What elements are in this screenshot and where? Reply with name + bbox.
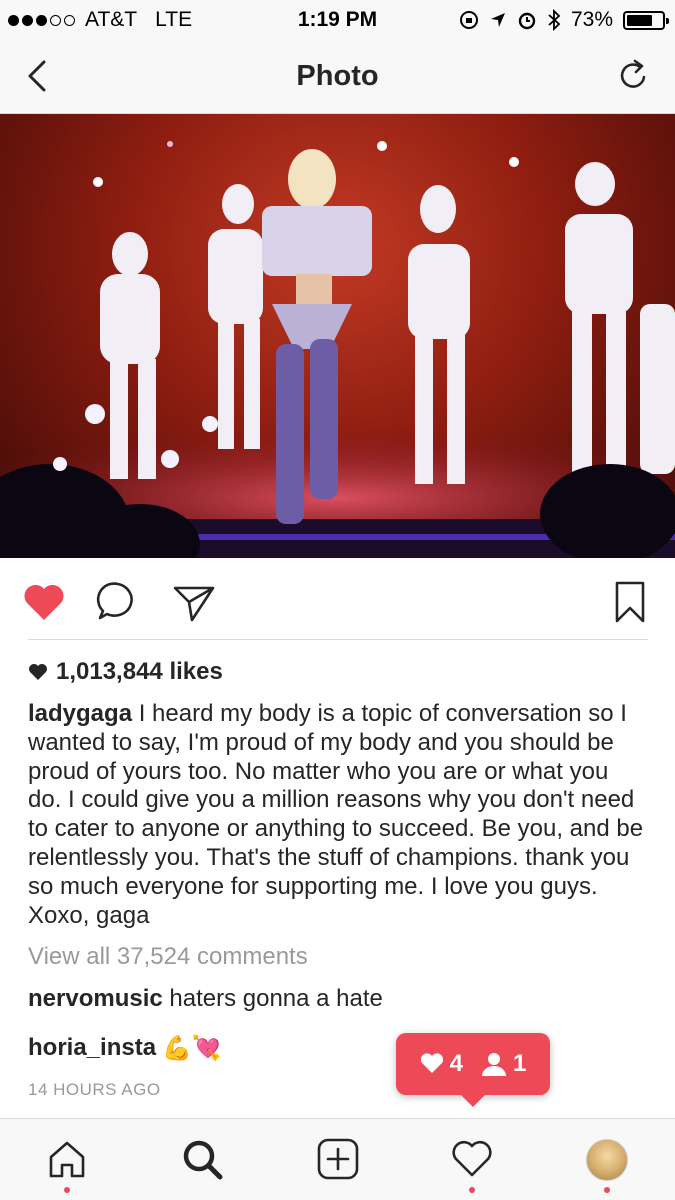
caption-username[interactable]: ladygaga: [28, 700, 132, 727]
comment-username[interactable]: horia_insta: [28, 1034, 156, 1062]
notification-likes-count: 4: [449, 1050, 463, 1077]
comment-text: haters gonna a hate: [162, 985, 383, 1012]
notification-likes: 4: [420, 1050, 463, 1078]
divider: [28, 639, 648, 640]
page-title: Photo: [296, 60, 379, 92]
bluetooth-icon: [548, 9, 561, 31]
battery-percent: 73%: [570, 8, 613, 31]
avatar[interactable]: [586, 1139, 628, 1181]
activity-badge-dot: [469, 1187, 475, 1193]
alarm-icon: [518, 12, 536, 30]
activity-heart-icon[interactable]: [450, 1137, 494, 1181]
comment-icon[interactable]: [94, 578, 142, 626]
send-icon[interactable]: [170, 578, 218, 626]
status-bar: AT&T LTE 1:19 PM 73%: [0, 0, 675, 40]
view-all-comments-link[interactable]: View all 37,524 comments: [28, 943, 308, 971]
caption-text: I heard my body is a topic of conversati…: [28, 700, 644, 929]
comment-item: horia_insta 💪💘: [28, 1034, 222, 1062]
notification-follows-count: 1: [513, 1050, 527, 1077]
person-icon: [482, 1053, 506, 1076]
tab-bar: [0, 1118, 675, 1200]
heart-icon[interactable]: [20, 578, 68, 626]
post-actions: [0, 570, 675, 630]
concert-photo: [0, 141, 675, 558]
comment-item: nervomusic haters gonna a hate: [28, 985, 383, 1013]
likes-count[interactable]: 1,013,844 likes: [28, 658, 223, 686]
comment-text: 💪💘: [162, 1034, 222, 1062]
post-caption: ladygaga I heard my body is a topic of c…: [28, 700, 648, 930]
profile-badge-dot: [604, 1187, 610, 1193]
orientation-lock-icon: [459, 11, 478, 29]
home-badge-dot: [64, 1187, 70, 1193]
add-icon[interactable]: [316, 1137, 360, 1181]
post-photo[interactable]: [0, 114, 675, 558]
status-right: 73%: [459, 8, 669, 32]
notification-follows: 1: [481, 1050, 526, 1078]
bookmark-icon[interactable]: [606, 578, 654, 626]
battery-icon: [623, 10, 669, 30]
comment-username[interactable]: nervomusic: [28, 985, 163, 1012]
search-icon[interactable]: [180, 1137, 224, 1181]
heart-icon: [29, 664, 47, 680]
nav-header: Photo: [0, 40, 675, 114]
heart-icon: [420, 1053, 443, 1073]
activity-notification-popup[interactable]: 4 1: [396, 1033, 550, 1107]
home-icon[interactable]: [45, 1137, 89, 1181]
refresh-icon[interactable]: [613, 56, 653, 96]
location-icon: [490, 13, 505, 27]
post-timestamp: 14 HOURS AGO: [28, 1080, 161, 1099]
likes-label: 1,013,844 likes: [56, 658, 223, 685]
